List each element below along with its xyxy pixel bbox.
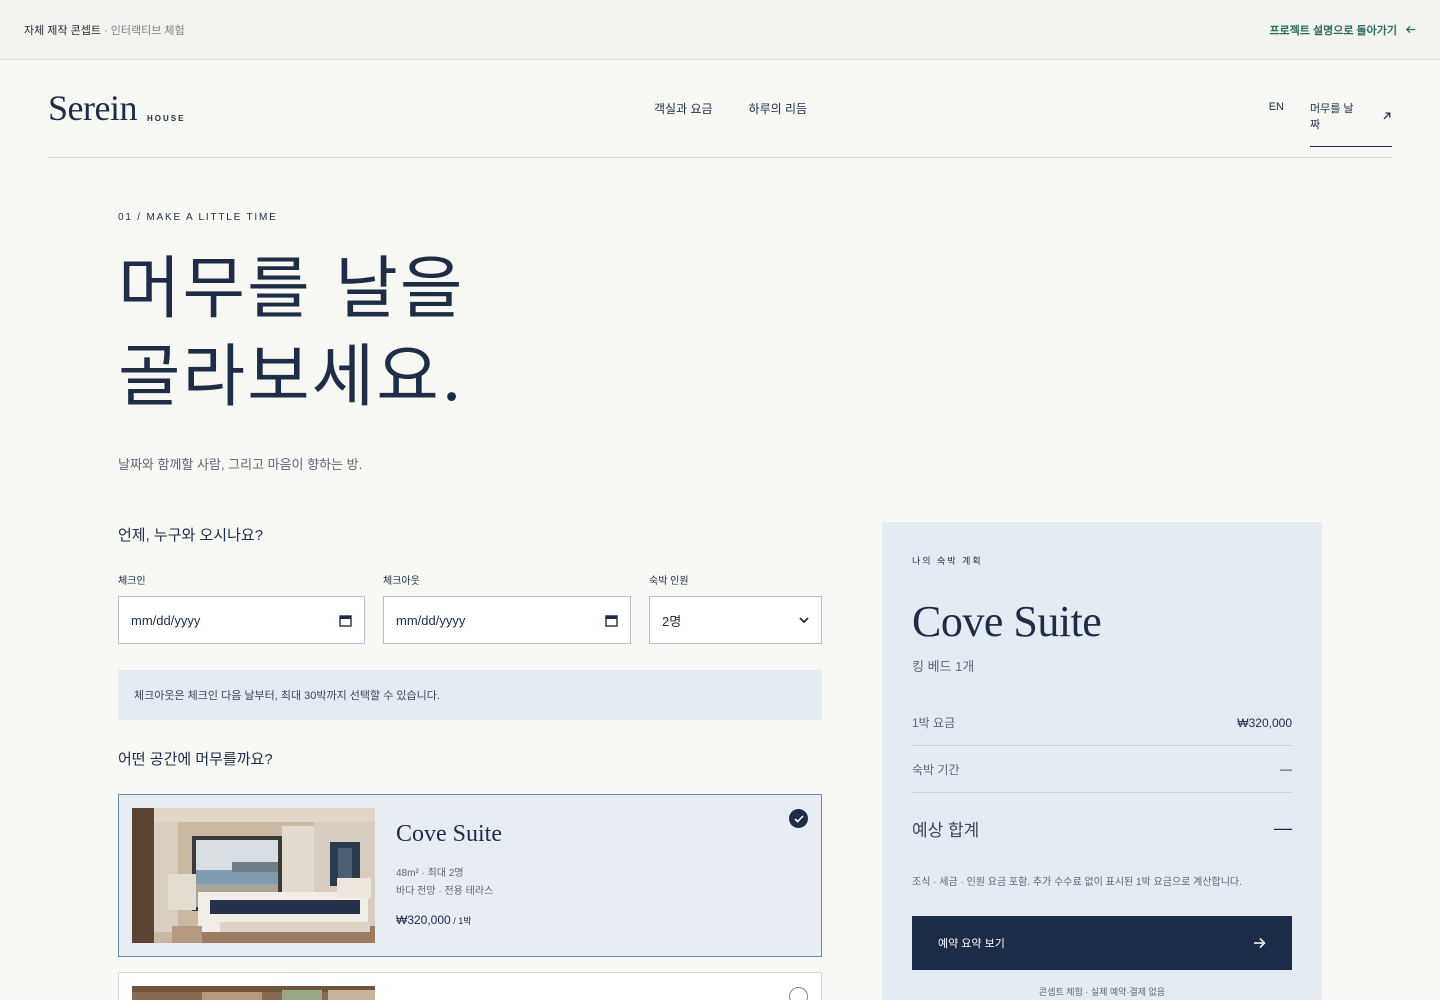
room-radio[interactable]: [789, 987, 808, 1000]
chevron-down-icon: [799, 616, 809, 623]
arrow-right-icon: [1254, 937, 1266, 949]
back-to-project-link[interactable]: 프로젝트 설명으로 돌아가기: [1269, 22, 1416, 38]
nights-value: —: [1280, 762, 1292, 776]
language-toggle[interactable]: EN: [1269, 100, 1284, 113]
room-price-value: ₩320,000: [396, 913, 451, 927]
summary-room-name: Cove Suite: [912, 597, 1102, 646]
view-summary-label: 예약 요약 보기: [938, 938, 1005, 950]
hero-subtitle: 날짜와 함께할 사람, 그리고 마음이 향하는 방.: [118, 457, 363, 472]
concept-label-strong: 자체 제작 콘셉트: [24, 24, 101, 37]
hero-title-line-1: 머무를 날을: [118, 250, 465, 329]
room-photo: [132, 808, 375, 943]
back-link-label: 프로젝트 설명으로 돌아가기: [1269, 24, 1397, 37]
room-photo: [132, 986, 375, 1000]
room-price-unit: / 1박: [450, 916, 472, 926]
hero-title-line-2: 골라보세요.: [118, 338, 465, 417]
summary-bed: 킹 베드 1개: [912, 659, 975, 674]
brand-logo[interactable]: Serein HOUSE: [48, 90, 185, 126]
rate-label: 1박 요금: [912, 716, 956, 730]
guests-label: 숙박 인원: [649, 576, 689, 587]
room-price: ₩320,000 / 1박: [396, 913, 472, 927]
stay-summary-panel: 나의 숙박 계획 Cove Suite 킹 베드 1개 1박 요금 ₩320,0…: [882, 522, 1322, 1000]
summary-nights-row: 숙박 기간 —: [912, 746, 1292, 793]
room-meta: 48m² · 최대 2명 바다 전망 · 전용 테라스: [396, 865, 493, 901]
brand-sub: HOUSE: [146, 114, 186, 123]
view-summary-button[interactable]: 예약 요약 보기: [912, 916, 1292, 970]
nav-link-rooms[interactable]: 객실과 요금: [654, 100, 713, 117]
nav-right: EN 머무를 날짜: [1269, 100, 1392, 147]
concept-label-muted: · 인터랙티브 체험: [100, 24, 185, 37]
calendar-icon[interactable]: [339, 614, 352, 627]
checkout-label: 체크아웃: [383, 576, 420, 587]
summary-footer: 콘셉트 체험 · 실제 예약·결제 없음: [1038, 987, 1166, 997]
checkin-value: mm/dd/yyyy: [131, 612, 201, 628]
checkout-value: mm/dd/yyyy: [396, 612, 466, 628]
nav-links: 객실과 요금 하루의 리듬: [654, 100, 807, 117]
nights-label: 숙박 기간: [912, 762, 960, 777]
nav-link-rhythm[interactable]: 하루의 리듬: [749, 100, 808, 117]
dates-cta-label: 머무를 날짜: [1310, 103, 1354, 131]
summary-note: 조식 · 세금 · 인원 요금 포함. 추가 수수료 없이 표시된 1박 요금으…: [912, 877, 1242, 888]
checkout-notice-text: 체크아웃은 체크인 다음 날부터, 최대 30박까지 선택할 수 있습니다.: [134, 690, 440, 702]
summary-eyebrow: 나의 숙박 계획: [912, 556, 983, 566]
room-card-cove-suite[interactable]: Cove Suite 48m² · 최대 2명 바다 전망 · 전용 테라스 ₩…: [118, 794, 822, 957]
section-eyebrow: 01 / MAKE A LITTLE TIME: [118, 212, 278, 223]
guests-select[interactable]: 2명: [649, 596, 822, 644]
when-question: 언제, 누구와 오시나요?: [118, 527, 264, 544]
total-label: 예상 합계: [912, 821, 980, 840]
concept-label: 자체 제작 콘셉트 · 인터랙티브 체험: [24, 22, 185, 38]
arrow-left-icon: [1405, 25, 1416, 34]
arrow-up-right-icon: [1383, 112, 1391, 120]
checkin-label: 체크인: [118, 576, 146, 587]
checkin-input[interactable]: mm/dd/yyyy: [118, 596, 365, 644]
summary-rate-row: 1박 요금 ₩320,000: [912, 700, 1292, 746]
dates-cta-link[interactable]: 머무를 날짜: [1310, 100, 1392, 147]
room-size-capacity: 48m² · 최대 2명: [396, 868, 464, 879]
checkout-notice: 체크아웃은 체크인 다음 날부터, 최대 30박까지 선택할 수 있습니다.: [118, 670, 822, 720]
hero-title: 머무를 날을 골라보세요.: [118, 246, 464, 422]
main-nav: Serein HOUSE 객실과 요금 하루의 리듬 EN 머무를 날짜: [48, 60, 1392, 158]
room-question: 어떤 공간에 머무를까요?: [118, 751, 273, 768]
room-card-second[interactable]: [118, 972, 822, 1000]
room-features: 바다 전망 · 전용 테라스: [396, 886, 494, 897]
guests-value: 2명: [662, 613, 682, 629]
room-name: Cove Suite: [396, 821, 502, 847]
top-bar: 자체 제작 콘셉트 · 인터랙티브 체험 프로젝트 설명으로 돌아가기: [0, 0, 1440, 60]
total-value: —: [1274, 818, 1292, 838]
calendar-icon[interactable]: [605, 614, 618, 627]
rate-value: ₩320,000: [1237, 715, 1292, 730]
summary-total-row: 예상 합계 —: [912, 816, 1292, 841]
checkout-input[interactable]: mm/dd/yyyy: [383, 596, 631, 644]
selected-check-icon[interactable]: [789, 809, 808, 828]
brand-name: Serein: [48, 88, 137, 128]
